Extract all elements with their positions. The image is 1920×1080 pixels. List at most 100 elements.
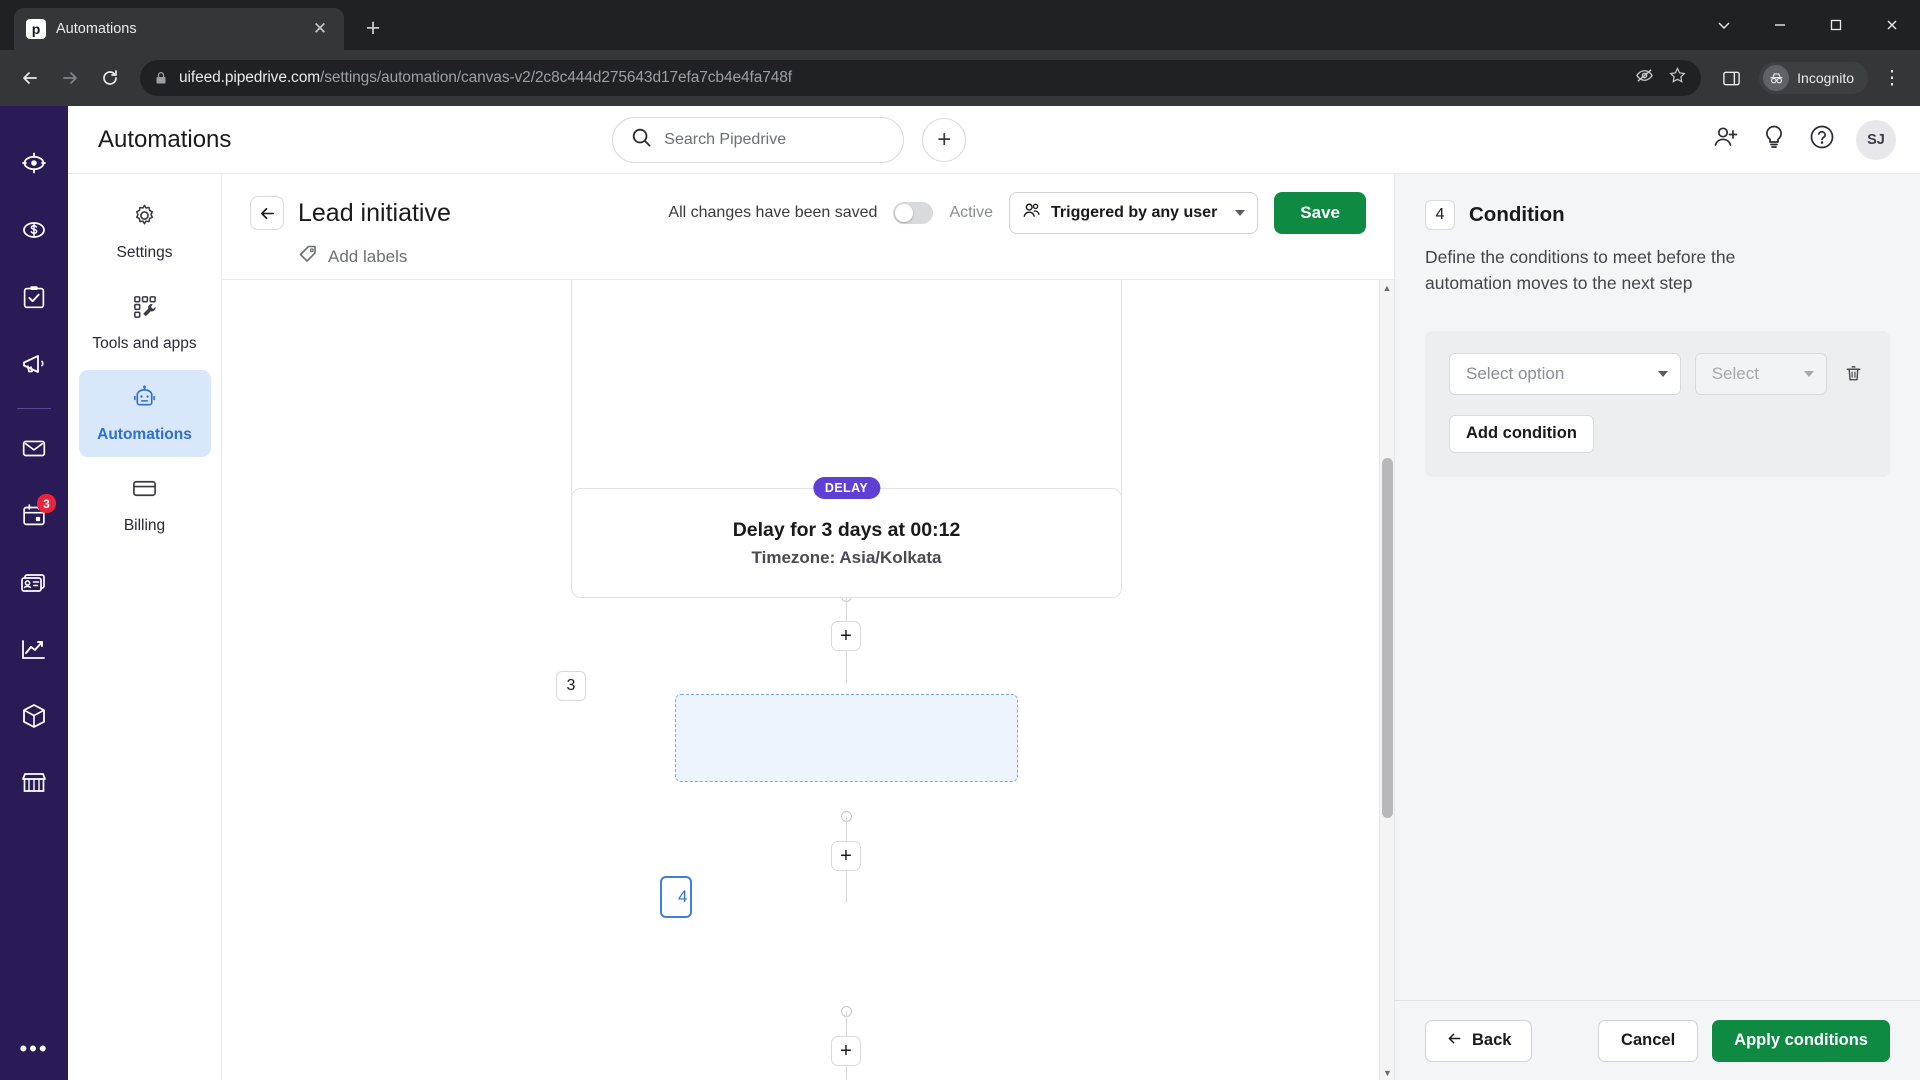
add-labels-button[interactable]: Add labels	[298, 244, 1366, 269]
add-step-button[interactable]: +	[831, 841, 861, 871]
back-button[interactable]: Back	[1425, 1019, 1533, 1062]
avatar[interactable]: SJ	[1855, 119, 1896, 160]
browser-toolbar: uifeed.pipedrive.com/settings/automation…	[0, 50, 1920, 106]
sidebar-item-marketplace[interactable]	[0, 752, 68, 819]
add-step-button[interactable]: +	[831, 1036, 861, 1066]
canvas-scrollbar[interactable]: ▲ ▼	[1379, 280, 1394, 1080]
active-toggle[interactable]	[893, 202, 934, 224]
add-labels-label: Add labels	[328, 246, 408, 266]
sidebar-item-activities[interactable]	[0, 266, 68, 333]
condition-row: Select option Select	[1449, 352, 1866, 395]
delay-timezone-text: Timezone: Asia/Kolkata	[751, 547, 942, 567]
campaigns-icon	[18, 348, 50, 385]
sidebar-item-settings[interactable]: Settings	[79, 188, 211, 275]
trash-icon[interactable]	[1841, 359, 1866, 389]
delay-node[interactable]: DELAY Delay for 3 days at 00:12 Timezone…	[571, 477, 1122, 598]
lock-icon	[156, 72, 166, 84]
close-icon[interactable]: ✕	[308, 17, 332, 41]
back-icon[interactable]	[12, 60, 48, 96]
activities-icon	[19, 282, 49, 317]
browser-menu-icon[interactable]: ⋮	[1876, 62, 1908, 94]
new-tab-button[interactable]: +	[356, 11, 390, 45]
step-number-badge-selected: 4	[660, 876, 692, 918]
sidebar-item-calendar[interactable]: 3	[0, 484, 68, 551]
sidebar-item-label: Tools and apps	[92, 335, 197, 352]
add-step-button[interactable]: +	[831, 621, 861, 651]
url-domain: uifeed.pipedrive.com	[179, 69, 321, 86]
search-area: +	[612, 116, 967, 163]
condition-card: Select option Select Add condition	[1425, 330, 1890, 477]
chevron-down-icon	[1657, 370, 1668, 377]
sidebar-item-products[interactable]	[0, 685, 68, 752]
sidebar-item-campaigns[interactable]	[0, 333, 68, 400]
sidebar-item-contacts[interactable]	[0, 551, 68, 618]
leads-icon	[18, 147, 50, 184]
add-button[interactable]: +	[922, 117, 967, 162]
browser-tab[interactable]: p Automations ✕	[14, 8, 344, 50]
condition-placeholder-node[interactable]	[675, 694, 1018, 782]
minimize-icon[interactable]	[1752, 0, 1808, 50]
sidebar-item-label: Automations	[97, 426, 192, 443]
arrow-left-icon	[1446, 1030, 1463, 1052]
whats-new-bulb-icon[interactable]	[1760, 123, 1788, 156]
search-box[interactable]	[612, 116, 905, 163]
step-number-badge: 4	[1425, 200, 1455, 230]
label-tag-icon	[298, 244, 318, 269]
condition-operator-select[interactable]: Select	[1694, 352, 1827, 395]
automation-canvas[interactable]: 1 Filter matches All won deals +	[222, 279, 1394, 1080]
apply-conditions-button[interactable]: Apply conditions	[1712, 1019, 1890, 1062]
sidebar-item-mail[interactable]	[0, 417, 68, 484]
scrollbar-thumb[interactable]	[1382, 458, 1393, 818]
mail-icon	[19, 433, 49, 468]
editor-header: Lead initiative All changes have been sa…	[222, 174, 1394, 279]
save-button[interactable]: Save	[1274, 192, 1366, 234]
bookmark-star-icon[interactable]	[1668, 66, 1687, 90]
condition-panel-description: Define the conditions to meet before the…	[1425, 247, 1736, 294]
sidebar-item-automations[interactable]: Automations	[78, 370, 211, 457]
save-status: All changes have been saved	[668, 204, 878, 221]
step-number-badge: 3	[556, 671, 586, 701]
connector-line	[846, 1066, 847, 1080]
scroll-down-icon[interactable]: ▼	[1380, 1065, 1394, 1080]
forward-icon[interactable]	[52, 60, 88, 96]
delay-primary-text: Delay for 3 days at 00:12	[732, 518, 961, 541]
primary-nav-rail: 3 •••	[0, 106, 68, 1080]
search-input[interactable]	[664, 130, 886, 149]
tab-strip: p Automations ✕ +	[0, 0, 1920, 50]
sidebar-item-leads[interactable]	[0, 132, 68, 199]
sidebar-item-insights[interactable]	[0, 618, 68, 685]
condition-panel-title: Condition	[1469, 203, 1565, 226]
robot-icon	[131, 384, 158, 416]
sidebar-more-button[interactable]: •••	[19, 1036, 48, 1062]
window-close-icon[interactable]	[1864, 0, 1920, 50]
contacts-icon	[18, 566, 50, 603]
side-panel-icon[interactable]	[1713, 60, 1749, 96]
automation-name[interactable]: Lead initiative	[298, 199, 451, 228]
back-button-label: Back	[1472, 1031, 1512, 1049]
sidebar-item-deals[interactable]	[0, 199, 68, 266]
invite-user-icon[interactable]	[1712, 123, 1740, 156]
eye-off-icon[interactable]	[1635, 66, 1654, 90]
help-icon[interactable]	[1808, 123, 1836, 156]
chevron-down-icon[interactable]	[1696, 0, 1752, 50]
app-content: Automations +	[68, 106, 1920, 1080]
window-controls	[1696, 0, 1920, 50]
sidebar-item-billing[interactable]: Billing	[79, 461, 211, 548]
toggle-knob	[895, 204, 914, 222]
trigger-scope-select[interactable]: Triggered by any user	[1009, 192, 1259, 234]
address-bar[interactable]: uifeed.pipedrive.com/settings/automation…	[140, 60, 1702, 96]
add-condition-button[interactable]: Add condition	[1449, 414, 1594, 453]
maximize-icon[interactable]	[1808, 0, 1864, 50]
reload-icon[interactable]	[92, 60, 128, 96]
settings-body: Settings Tools and apps Automations Bill…	[68, 174, 1920, 1080]
back-to-list-button[interactable]	[250, 196, 284, 230]
page-title: Automations	[98, 125, 232, 153]
active-toggle-label: Active	[949, 204, 994, 221]
incognito-profile-button[interactable]: Incognito	[1759, 62, 1868, 94]
search-icon	[631, 127, 652, 153]
url-text: uifeed.pipedrive.com/settings/automation…	[179, 69, 792, 87]
scroll-up-icon[interactable]: ▲	[1380, 280, 1394, 295]
condition-field-select[interactable]: Select option	[1449, 352, 1681, 395]
sidebar-item-tools-and-apps[interactable]: Tools and apps	[79, 279, 211, 366]
cancel-button[interactable]: Cancel	[1598, 1019, 1699, 1062]
